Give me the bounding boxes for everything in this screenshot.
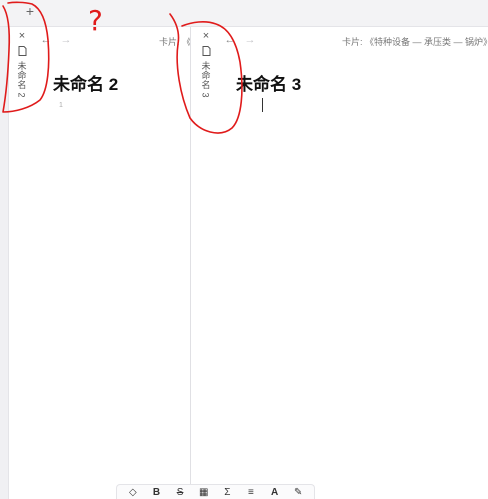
formula-button[interactable]: Σ bbox=[219, 485, 235, 499]
forward-arrow-icon[interactable]: → bbox=[60, 33, 72, 47]
back-arrow-icon[interactable]: ← bbox=[224, 33, 236, 47]
tab-label: 未命名 3 bbox=[200, 61, 211, 99]
table-icon[interactable]: ▦ bbox=[196, 485, 212, 499]
strikethrough-button[interactable]: S bbox=[172, 485, 188, 499]
tab-untitled-3[interactable]: × 未命名 3 bbox=[196, 30, 216, 110]
text-color-button[interactable]: A bbox=[267, 485, 283, 499]
document-icon bbox=[200, 44, 212, 58]
document-icon bbox=[16, 44, 28, 58]
breadcrumb[interactable]: 卡片: 《特种设备 — 承压类 — 锅炉》 / 未 bbox=[342, 35, 488, 48]
format-toolbar: ◇ B S ▦ Σ ≡ A ✎ bbox=[116, 484, 315, 499]
eraser-icon[interactable]: ◇ bbox=[125, 485, 141, 499]
bold-button[interactable]: B bbox=[148, 485, 164, 499]
close-tab-icon[interactable]: × bbox=[200, 30, 212, 42]
tab-label: 未命名 2 bbox=[16, 61, 27, 99]
editor-pane-right: × 未命名 3 ← → 卡片: 《特种设备 — 承压类 — 锅炉》 / 未 未命… bbox=[192, 27, 488, 499]
line-number: 1 bbox=[59, 102, 63, 109]
align-button[interactable]: ≡ bbox=[243, 485, 259, 499]
close-tab-icon[interactable]: × bbox=[16, 30, 28, 42]
highlight-icon[interactable]: ✎ bbox=[290, 485, 306, 499]
forward-arrow-icon[interactable]: → bbox=[244, 33, 256, 47]
document-title[interactable]: 未命名 2 bbox=[53, 70, 118, 95]
nav-buttons: ← → bbox=[224, 33, 256, 47]
editor-pane-left: × 未命名 2 ← → 卡片: 《 未命名 2 1 bbox=[9, 27, 191, 499]
text-cursor bbox=[262, 98, 263, 112]
tab-untitled-2[interactable]: × 未命名 2 bbox=[12, 30, 32, 110]
tab-bar: + bbox=[0, 0, 488, 27]
nav-buttons: ← → bbox=[40, 33, 72, 47]
left-sidebar-rail bbox=[0, 27, 9, 499]
new-tab-button[interactable]: + bbox=[23, 3, 37, 19]
breadcrumb[interactable]: 卡片: 《 bbox=[159, 35, 190, 48]
document-title[interactable]: 未命名 3 bbox=[236, 70, 301, 95]
back-arrow-icon[interactable]: ← bbox=[40, 33, 52, 47]
